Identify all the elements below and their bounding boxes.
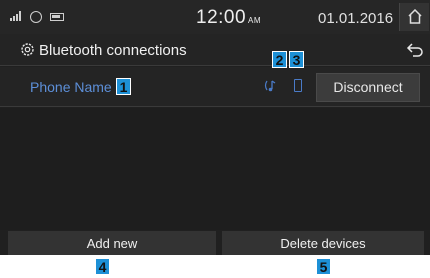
- page-title: Bluetooth connections: [39, 42, 187, 59]
- bluetooth-audio-icon: [30, 11, 44, 23]
- clock-time: 12:00: [196, 7, 247, 28]
- phone-icon: [294, 79, 302, 92]
- signal-icon: [10, 11, 24, 21]
- back-arrow-icon: [406, 43, 423, 57]
- home-icon: [408, 9, 422, 24]
- battery-icon: [50, 13, 64, 21]
- screen: 12:00 AM 01.01.2016 Bluetooth connections…: [0, 0, 430, 255]
- clock-ampm: AM: [248, 16, 262, 25]
- device-row[interactable]: Phone Name Disconnect: [0, 67, 430, 107]
- delete-devices-button[interactable]: Delete devices: [222, 231, 424, 255]
- callout-2: 2: [272, 51, 287, 68]
- callout-1: 1: [116, 78, 131, 95]
- status-icons: [10, 11, 64, 23]
- clock: 12:00 AM: [196, 7, 261, 29]
- status-bar: 12:00 AM 01.01.2016: [0, 0, 430, 34]
- disconnect-button[interactable]: Disconnect: [316, 73, 420, 102]
- date: 01.01.2016: [318, 10, 394, 27]
- bluetooth-audio-icon: [264, 80, 276, 92]
- callout-3: 3: [289, 51, 304, 68]
- device-list-area: [0, 108, 430, 230]
- home-button[interactable]: [399, 3, 429, 31]
- callout-4: 4: [95, 258, 110, 275]
- gear-icon: [21, 43, 34, 56]
- title-bar: Bluetooth connections: [0, 34, 430, 66]
- add-new-button[interactable]: Add new: [8, 231, 216, 255]
- back-button[interactable]: [405, 41, 425, 59]
- device-name: Phone Name: [30, 79, 112, 95]
- callout-5: 5: [316, 258, 331, 275]
